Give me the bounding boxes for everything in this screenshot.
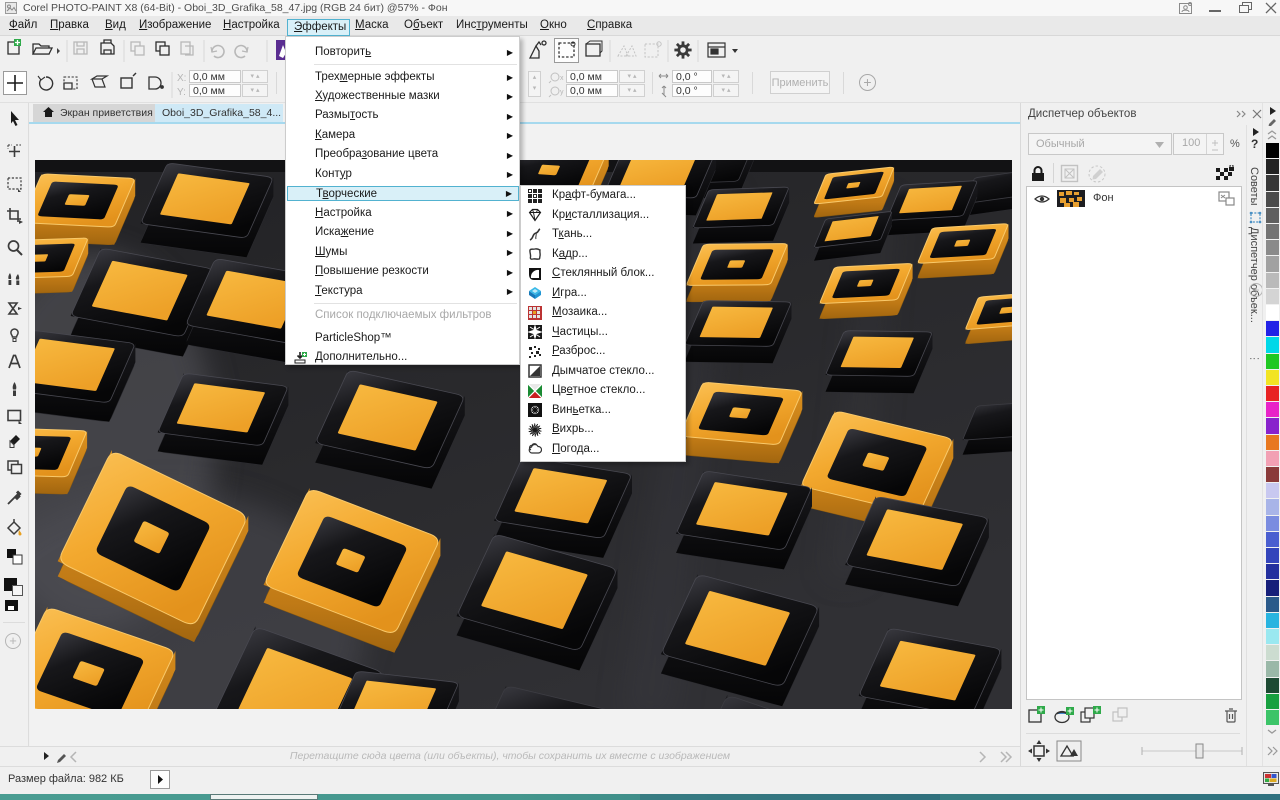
svg-text:Y:: Y: xyxy=(177,87,186,98)
svg-text:x: x xyxy=(560,75,564,82)
svg-text:y: y xyxy=(560,89,564,96)
svg-text:X:: X: xyxy=(177,73,186,84)
